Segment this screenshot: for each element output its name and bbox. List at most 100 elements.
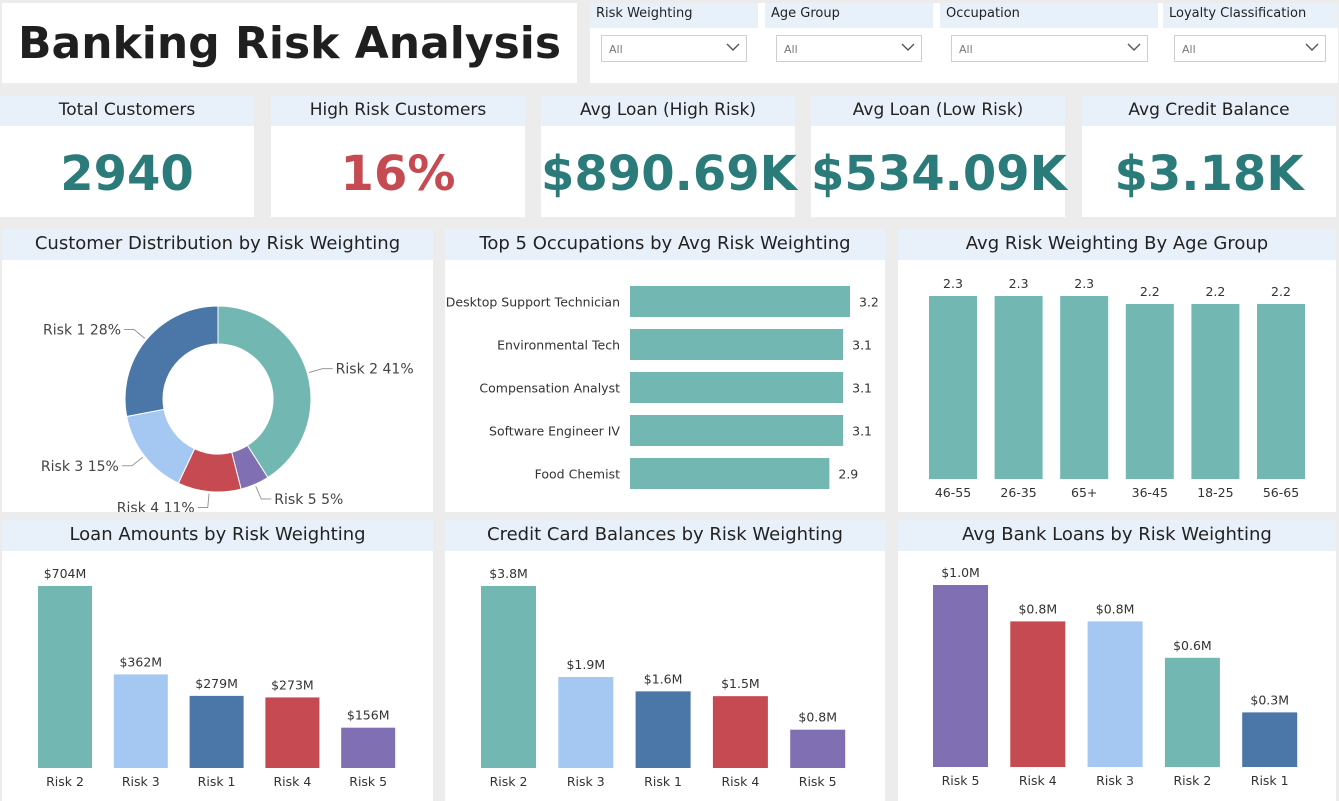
category-label: Risk 5	[349, 774, 387, 789]
kpi-value: $534.09K	[811, 146, 1067, 202]
loyalty-classification-dropdown[interactable]: All	[1174, 35, 1326, 62]
data-label: $1.9M	[566, 657, 605, 672]
bar-chart: $1.0M Risk 5 $0.8M Risk 4 $0.8M Risk 3 $0.6M Ri…	[933, 565, 1298, 788]
hbar-chart: Desktop Support Technician 3.2 Environment…	[446, 286, 879, 489]
bar	[635, 691, 691, 768]
bar	[341, 727, 396, 768]
chart-top-occupations: Top 5 Occupations by Avg Risk Weighting …	[445, 229, 885, 512]
kpi-card-avg-credit-balance: Avg Credit Balance $3.18K	[1082, 96, 1336, 217]
bar	[189, 695, 244, 768]
bar	[630, 286, 850, 317]
category-label: 56-65	[1263, 485, 1299, 500]
data-label: 3.2	[859, 295, 879, 310]
bar	[1242, 712, 1298, 767]
bar	[1060, 296, 1109, 479]
data-label: 2.2	[1140, 284, 1160, 299]
data-label: $704M	[44, 566, 87, 581]
data-label: 3.1	[852, 338, 872, 353]
chart-loan-amounts: Loan Amounts by Risk Weighting $704M Risk…	[2, 520, 433, 801]
data-label: 2.2	[1271, 284, 1291, 299]
data-label: $273M	[271, 677, 314, 692]
chart-title: Loan Amounts by Risk Weighting	[2, 520, 433, 551]
dropdown-value: All	[959, 43, 973, 56]
data-label: 2.3	[1074, 276, 1094, 291]
category-label: Risk 1	[198, 774, 236, 789]
chart-title: Credit Card Balances by Risk Weighting	[445, 520, 885, 551]
occupation-dropdown[interactable]: All	[951, 35, 1148, 62]
data-label: 2.9	[838, 467, 858, 482]
data-label: $0.8M	[1018, 601, 1057, 616]
donut-slice-risk-1	[124, 305, 219, 418]
kpi-label: Avg Loan (Low Risk)	[811, 96, 1065, 126]
data-label: $0.8M	[798, 710, 837, 725]
kpi-card-avg-loan-low-risk: Avg Loan (Low Risk) $534.09K	[811, 96, 1067, 217]
category-label: Risk 5	[942, 773, 980, 788]
category-label: Risk 2	[490, 774, 528, 789]
bar	[630, 415, 844, 446]
category-label: Risk 2	[1173, 773, 1211, 788]
chart-customer-distribution: Customer Distribution by Risk Weighting …	[2, 229, 433, 512]
slicer-label: Age Group	[765, 3, 933, 28]
slicer-label: Loyalty Classification	[1163, 3, 1338, 28]
donut-label: Risk 1 28%	[43, 323, 121, 339]
slicer-risk-weighting: Risk Weighting All	[590, 3, 758, 83]
bar	[929, 296, 977, 479]
donut-label: Risk 5 5%	[274, 492, 343, 508]
donut-chart: Risk 2 41% Risk 5 5% Risk 4 11% Risk 3 15% R…	[41, 305, 414, 512]
donut-leader-line	[309, 368, 333, 373]
slicer-age-group: Age Group All	[765, 3, 933, 83]
data-label: 3.1	[852, 424, 872, 439]
bar-chart: 2.3 46-55 2.3 26-35 2.3 65+ 2.2 36-45 2.2 18-25 2.…	[929, 276, 1305, 500]
bar	[630, 329, 844, 360]
chevron-down-icon	[1127, 43, 1141, 51]
category-label: Risk 5	[799, 774, 837, 789]
slicer-occupation: Occupation All	[940, 3, 1158, 83]
kpi-value: 16%	[340, 146, 456, 202]
chevron-down-icon	[901, 43, 915, 51]
bar	[994, 296, 1043, 479]
bar	[712, 696, 768, 768]
category-label: Risk 4	[273, 774, 311, 789]
bar	[265, 697, 320, 768]
donut-label: Risk 3 15%	[41, 459, 119, 475]
data-label: 2.3	[1009, 276, 1029, 291]
bar	[1164, 657, 1220, 767]
category-label: Risk 1	[644, 774, 682, 789]
bar	[630, 372, 844, 403]
bar	[38, 586, 92, 768]
dropdown-value: All	[1182, 43, 1196, 56]
category-label: Risk 3	[567, 774, 605, 789]
donut-leader-line	[197, 493, 210, 509]
category-label: 36-45	[1132, 485, 1168, 500]
category-label: Compensation Analyst	[479, 381, 620, 396]
title-panel: Banking Risk Analysis	[2, 3, 577, 83]
bar	[481, 586, 536, 768]
slicer-label: Occupation	[940, 3, 1158, 28]
chart-age-group: Avg Risk Weighting By Age Group 2.3 46-55…	[898, 229, 1336, 512]
category-label: Risk 4	[1019, 773, 1057, 788]
category-label: Risk 1	[1251, 773, 1289, 788]
category-label: Desktop Support Technician	[446, 295, 620, 310]
bar	[933, 585, 988, 767]
data-label: $1.6M	[644, 671, 683, 686]
data-label: $156M	[347, 708, 390, 723]
category-label: 46-55	[935, 485, 971, 500]
kpi-value: $890.69K	[541, 146, 797, 202]
bar-chart: $3.8M Risk 2 $1.9M Risk 3 $1.6M Risk 1 $1.5M Ri…	[481, 566, 846, 789]
bar	[558, 677, 614, 768]
data-label: $0.3M	[1250, 692, 1289, 707]
kpi-value: $3.18K	[1114, 146, 1304, 202]
bar	[1010, 621, 1066, 767]
data-label: $0.8M	[1096, 601, 1135, 616]
data-label: 2.3	[943, 276, 963, 291]
bar	[630, 458, 830, 489]
risk-weighting-dropdown[interactable]: All	[601, 35, 747, 62]
age-group-dropdown[interactable]: All	[776, 35, 922, 62]
category-label: Food Chemist	[535, 467, 620, 482]
data-label: $362M	[119, 654, 162, 669]
bar	[1257, 303, 1305, 479]
category-label: Risk 4	[721, 774, 759, 789]
chart-title: Avg Risk Weighting By Age Group	[898, 229, 1336, 260]
data-label: $1.0M	[941, 565, 980, 580]
slicer-loyalty-classification: Loyalty Classification All	[1163, 3, 1338, 83]
